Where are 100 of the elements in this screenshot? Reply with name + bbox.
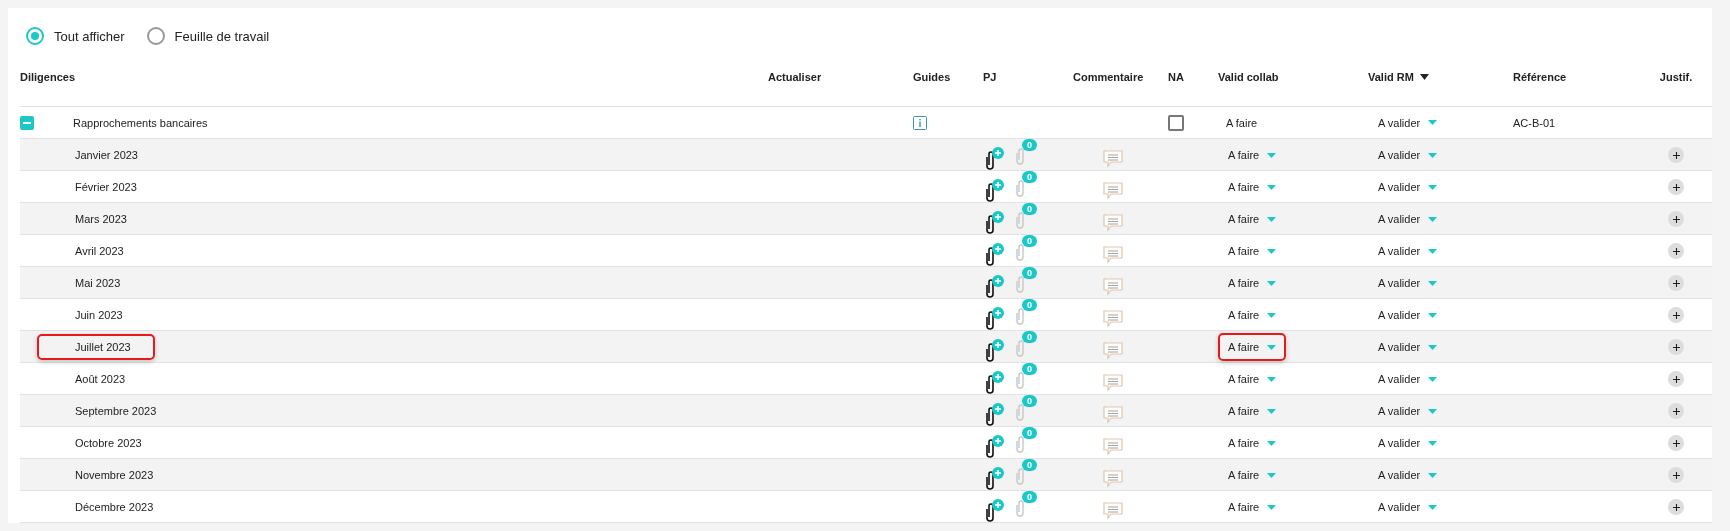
add-button[interactable]	[1668, 179, 1684, 195]
column-header[interactable]: PJ	[983, 71, 997, 83]
comment-icon[interactable]	[1102, 342, 1123, 360]
add-button[interactable]	[1668, 467, 1684, 483]
paperclip-icon[interactable]	[1015, 148, 1025, 166]
paperclip-icon[interactable]	[1015, 276, 1025, 294]
comment-icon[interactable]	[1102, 470, 1123, 488]
paperclip-icon[interactable]	[1015, 340, 1025, 358]
status-dropdown[interactable]: A valider	[1368, 429, 1448, 457]
status-dropdown[interactable]: A valider	[1368, 108, 1448, 137]
plus-icon	[1672, 375, 1680, 383]
comment-icon[interactable]	[1102, 182, 1123, 200]
status-dropdown[interactable]: A valider	[1368, 333, 1448, 361]
plus-icon	[1672, 439, 1680, 447]
status-dropdown[interactable]: A valider	[1368, 237, 1448, 265]
status-dropdown[interactable]: A valider	[1368, 269, 1448, 297]
comment-icon[interactable]	[1102, 150, 1123, 168]
collapse-button[interactable]	[20, 115, 34, 130]
add-button[interactable]	[1668, 339, 1684, 355]
column-header[interactable]: NA	[1168, 71, 1184, 83]
status-dropdown[interactable]: A valider	[1368, 301, 1448, 329]
column-header[interactable]: Actualiser	[768, 71, 822, 83]
add-attachment-icon[interactable]	[983, 403, 1005, 427]
add-attachment-icon[interactable]	[983, 435, 1005, 459]
add-attachment-icon[interactable]	[983, 499, 1005, 523]
paperclip-icon[interactable]	[1015, 468, 1025, 486]
paperclip-icon[interactable]	[1015, 212, 1025, 230]
column-header[interactable]: Valid RM	[1368, 71, 1429, 83]
add-attachment-icon[interactable]	[983, 467, 1005, 491]
add-button[interactable]	[1668, 435, 1684, 451]
column-header[interactable]: Justif.	[1659, 71, 1693, 83]
column-header[interactable]: Commentaire	[1073, 71, 1144, 83]
plus-icon	[1672, 343, 1680, 351]
status-dropdown[interactable]: A valider	[1368, 173, 1448, 201]
status-dropdown[interactable]: A valider	[1368, 397, 1448, 425]
status-dropdown[interactable]: A valider	[1368, 493, 1448, 521]
status-dropdown[interactable]: A faire	[1218, 493, 1287, 521]
status-dropdown[interactable]: A valider	[1368, 461, 1448, 489]
add-button[interactable]	[1668, 147, 1684, 163]
add-button[interactable]	[1668, 403, 1684, 419]
caret-icon	[1428, 248, 1438, 254]
status-dropdown[interactable]: A faire	[1218, 461, 1287, 489]
comment-icon[interactable]	[1102, 374, 1123, 392]
comment-icon[interactable]	[1102, 502, 1123, 520]
add-button[interactable]	[1668, 499, 1684, 515]
comment-icon[interactable]	[1102, 438, 1123, 456]
caret-icon	[1428, 376, 1438, 382]
status-dropdown[interactable]: A valider	[1368, 141, 1448, 169]
add-button[interactable]	[1668, 371, 1684, 387]
na-checkbox[interactable]	[1168, 114, 1184, 131]
row-name: Mars 2023	[74, 212, 128, 227]
status-dropdown[interactable]: A faire	[1218, 205, 1287, 233]
add-attachment-icon[interactable]	[983, 211, 1005, 235]
column-header[interactable]: Référence	[1513, 71, 1567, 83]
comment-icon[interactable]	[1102, 310, 1123, 328]
status-dropdown[interactable]: A faire	[1218, 429, 1287, 457]
add-button[interactable]	[1668, 275, 1684, 291]
add-button[interactable]	[1668, 243, 1684, 259]
status-dropdown[interactable]: A faire	[1218, 301, 1287, 329]
status-text: A faire	[1225, 115, 1259, 131]
comment-icon[interactable]	[1102, 246, 1123, 264]
paperclip-icon[interactable]	[1015, 308, 1025, 326]
attachment-count: 0	[1022, 267, 1037, 279]
caret-icon	[1267, 504, 1277, 510]
column-header[interactable]: Valid collab	[1218, 71, 1279, 83]
add-button[interactable]	[1668, 307, 1684, 323]
info-icon[interactable]	[913, 115, 927, 130]
plus-icon	[1672, 279, 1680, 287]
status-dropdown[interactable]: A faire	[1218, 397, 1287, 425]
status-dropdown[interactable]: A valider	[1368, 365, 1448, 393]
paperclip-icon[interactable]	[1015, 180, 1025, 198]
status-dropdown[interactable]: A faire	[1218, 173, 1287, 201]
add-attachment-icon[interactable]	[983, 371, 1005, 395]
comment-icon[interactable]	[1102, 214, 1123, 232]
paperclip-icon[interactable]	[1015, 244, 1025, 262]
paperclip-icon[interactable]	[1015, 500, 1025, 518]
row-name: Juin 2023	[74, 308, 124, 323]
add-attachment-icon[interactable]	[983, 307, 1005, 331]
add-attachment-icon[interactable]	[983, 147, 1005, 171]
column-header[interactable]: Diligences	[20, 71, 76, 83]
caret-icon	[1428, 312, 1438, 318]
add-attachment-icon[interactable]	[983, 179, 1005, 203]
paperclip-icon[interactable]	[1015, 372, 1025, 390]
comment-icon[interactable]	[1102, 278, 1123, 296]
add-button[interactable]	[1668, 211, 1684, 227]
view-radio[interactable]: Tout afficher	[26, 27, 125, 45]
status-dropdown[interactable]: A faire	[1218, 141, 1287, 169]
status-dropdown[interactable]: A faire	[1218, 333, 1287, 361]
status-dropdown[interactable]: A valider	[1368, 205, 1448, 233]
add-attachment-icon[interactable]	[983, 339, 1005, 363]
status-dropdown[interactable]: A faire	[1218, 269, 1287, 297]
paperclip-icon[interactable]	[1015, 436, 1025, 454]
status-dropdown[interactable]: A faire	[1218, 237, 1287, 265]
view-radio[interactable]: Feuille de travail	[146, 27, 270, 45]
column-header[interactable]: Guides	[913, 71, 951, 83]
comment-icon[interactable]	[1102, 406, 1123, 424]
add-attachment-icon[interactable]	[983, 243, 1005, 267]
add-attachment-icon[interactable]	[983, 275, 1005, 299]
paperclip-icon[interactable]	[1015, 404, 1025, 422]
status-dropdown[interactable]: A faire	[1218, 365, 1287, 393]
